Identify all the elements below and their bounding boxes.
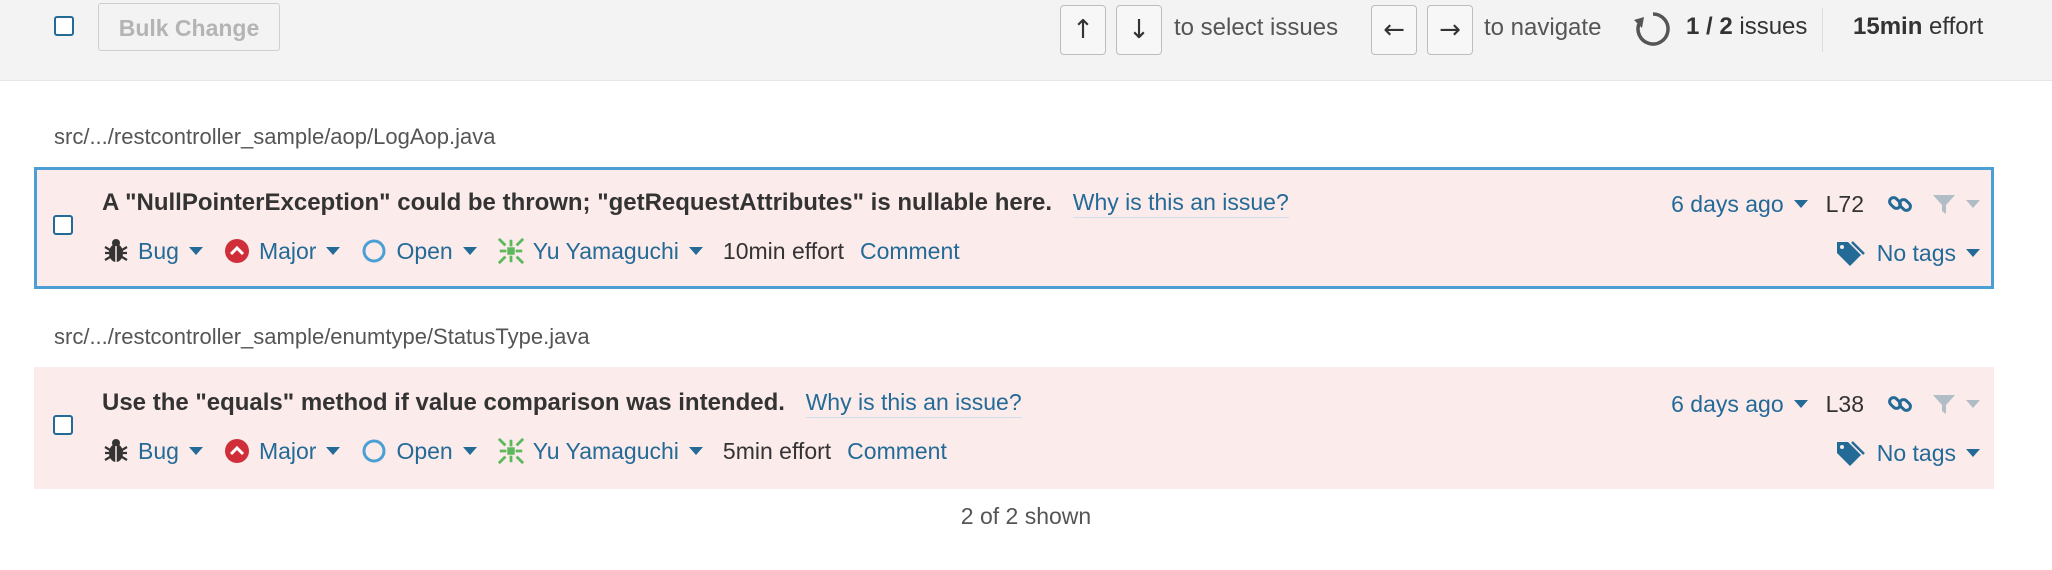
severity-dropdown[interactable]: Major <box>223 437 341 465</box>
issue-type-dropdown[interactable]: Bug <box>102 437 203 465</box>
status-open-icon <box>360 437 388 465</box>
assignee-label: Yu Yamaguchi <box>532 237 679 264</box>
issue-date-dropdown[interactable]: 6 days ago <box>1671 191 1808 218</box>
chevron-down-icon <box>1966 449 1980 457</box>
tags-icon <box>1835 240 1865 266</box>
tags-label: No tags <box>1876 239 1956 266</box>
issue-line-number: L72 <box>1825 190 1864 217</box>
status-label: Open <box>396 437 453 464</box>
issue-info: 6 days ago L38 <box>1671 387 1980 421</box>
issue-message[interactable]: Use the "equals" method if value compari… <box>102 389 1022 418</box>
comment-link[interactable]: Comment <box>860 238 960 265</box>
issue-checkbox[interactable] <box>53 215 73 235</box>
issue-tags[interactable]: No tags <box>1835 436 1980 470</box>
file-path: src/.../restcontroller_sample/enumtype/S… <box>54 324 590 349</box>
select-all-checkbox[interactable] <box>54 16 74 36</box>
status-dropdown[interactable]: Open <box>360 437 477 465</box>
toolbar-divider <box>1822 8 1823 52</box>
chevron-down-icon <box>1793 400 1808 408</box>
chevron-down-icon <box>688 447 703 455</box>
chevron-down-icon <box>326 447 341 455</box>
chevron-down-icon <box>1966 400 1980 408</box>
tags-icon <box>1835 440 1865 466</box>
comment-link[interactable]: Comment <box>847 438 947 465</box>
issue-checkbox[interactable] <box>53 415 73 435</box>
severity-label: Major <box>258 237 317 264</box>
severity-major-icon <box>223 237 251 265</box>
issue-tags[interactable]: No tags <box>1835 236 1980 270</box>
issues-count-value: 1 / 2 <box>1686 13 1733 40</box>
avatar <box>496 237 525 265</box>
chevron-down-icon <box>188 447 203 455</box>
key-left-hint: ← <box>1371 5 1417 55</box>
issue-meta: Bug Major Open Yu Yamaguchi 10min effort… <box>102 234 960 268</box>
select-issues-hint: to select issues <box>1174 14 1339 41</box>
issue-meta: Bug Major Open Yu Yamaguchi 5min effort … <box>102 434 947 468</box>
issue-message[interactable]: A "NullPointerException" could be thrown… <box>102 189 1289 218</box>
total-effort-value: 15min <box>1853 13 1923 40</box>
filter-icon[interactable] <box>1932 392 1980 416</box>
issues-count-suffix: issues <box>1739 13 1808 40</box>
key-down-hint: ↓ <box>1116 5 1162 55</box>
chevron-down-icon <box>326 247 341 255</box>
issue-date: 6 days ago <box>1671 390 1784 417</box>
bulk-change-button[interactable]: Bulk Change <box>98 3 280 51</box>
assignee-dropdown[interactable]: Yu Yamaguchi <box>496 437 703 465</box>
issue-type-label: Bug <box>138 237 179 264</box>
avatar <box>496 437 525 465</box>
issue-type-label: Bug <box>138 437 179 464</box>
bug-icon <box>102 237 130 265</box>
issue-effort: 5min effort <box>722 437 832 464</box>
chevron-down-icon <box>1966 200 1980 208</box>
why-is-this-an-issue-link[interactable]: Why is this an issue? <box>805 389 1022 418</box>
status-label: Open <box>396 237 453 264</box>
permalink-icon[interactable] <box>1886 390 1914 418</box>
chevron-down-icon <box>462 447 477 455</box>
severity-major-icon <box>223 437 251 465</box>
bug-icon <box>102 437 130 465</box>
file-path: src/.../restcontroller_sample/aop/LogAop… <box>54 124 496 149</box>
tags-label: No tags <box>1876 439 1956 466</box>
issue-effort: 10min effort <box>722 237 844 264</box>
issue-item[interactable]: A "NullPointerException" could be thrown… <box>34 167 1994 289</box>
key-right-hint: → <box>1427 5 1473 55</box>
issue-date: 6 days ago <box>1671 190 1784 217</box>
chevron-down-icon <box>1793 200 1808 208</box>
status-dropdown[interactable]: Open <box>360 237 477 265</box>
issue-date-dropdown[interactable]: 6 days ago <box>1671 391 1808 418</box>
assignee-dropdown[interactable]: Yu Yamaguchi <box>496 237 703 265</box>
reload-icon[interactable] <box>1630 6 1676 52</box>
issue-item[interactable]: Use the "equals" method if value compari… <box>34 367 1994 489</box>
issue-message-text[interactable]: Use the "equals" method if value compari… <box>102 389 785 416</box>
why-is-this-an-issue-link[interactable]: Why is this an issue? <box>1072 189 1289 218</box>
key-up-hint: ↑ <box>1060 5 1106 55</box>
status-open-icon <box>360 237 388 265</box>
chevron-down-icon <box>188 247 203 255</box>
chevron-down-icon <box>688 247 703 255</box>
navigate-hint: to navigate <box>1484 14 1602 41</box>
results-count: 2 of 2 shown <box>960 503 1092 529</box>
assignee-label: Yu Yamaguchi <box>532 437 679 464</box>
total-effort-suffix: effort <box>1929 13 1984 40</box>
filter-icon[interactable] <box>1932 192 1980 216</box>
total-effort: 15min effort <box>1853 13 1983 41</box>
issues-toolbar: Bulk Change ↑ ↓ to select issues ← → to … <box>0 0 2052 81</box>
permalink-icon[interactable] <box>1886 190 1914 218</box>
issue-line-number: L38 <box>1825 390 1864 417</box>
chevron-down-icon <box>1966 249 1980 257</box>
issue-info: 6 days ago L72 <box>1671 187 1980 221</box>
issue-message-text[interactable]: A "NullPointerException" could be thrown… <box>102 189 1052 216</box>
severity-label: Major <box>258 437 317 464</box>
severity-dropdown[interactable]: Major <box>223 237 341 265</box>
issue-type-dropdown[interactable]: Bug <box>102 237 203 265</box>
issues-counter: 1 / 2 issues <box>1686 13 1807 41</box>
chevron-down-icon <box>462 247 477 255</box>
